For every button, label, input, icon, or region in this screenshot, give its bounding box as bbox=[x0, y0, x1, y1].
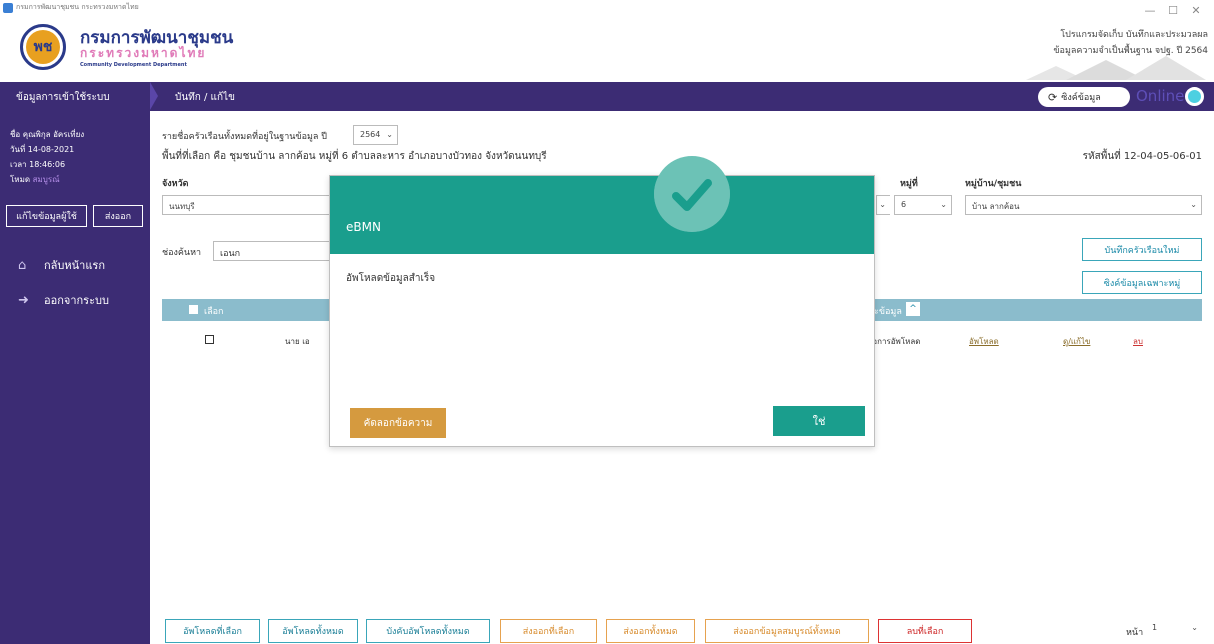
row-name: นาย เอ bbox=[285, 337, 310, 346]
column-header-select: เลือก bbox=[204, 307, 224, 317]
year-select-value: 2564 bbox=[360, 130, 381, 139]
mode-label: โหมด bbox=[10, 175, 31, 184]
village-select-value: บ้าน ลากค้อน bbox=[972, 202, 1020, 211]
page-select[interactable]: 1 ⌄ bbox=[1146, 619, 1202, 643]
mode-value: สมบูรณ์ bbox=[32, 175, 60, 184]
user-name: ชื่อ คุณพิกุล อัครเที่ยง bbox=[10, 130, 85, 139]
mode-row: โหมด สมบูรณ์ bbox=[10, 173, 60, 186]
success-dialog: eBMN อัพโหลดข้อมูลสำเร็จ คัดลอกข้อความ ใ… bbox=[329, 156, 875, 447]
area-code: รหัสพื้นที่ 12-04-05-06-01 bbox=[1082, 151, 1202, 162]
copy-message-button[interactable]: คัดลอกข้อความ bbox=[350, 408, 446, 438]
dialog-message: อัพโหลดข้อมูลสำเร็จ bbox=[346, 273, 436, 284]
home-icon: ⌂ bbox=[18, 257, 27, 273]
minimize-button[interactable]: — bbox=[1142, 4, 1158, 17]
checkmark-icon bbox=[654, 156, 730, 232]
area-description: พื้นที่ที่เลือก คือ ชุมชนบ้าน ลากค้อน หม… bbox=[162, 151, 547, 162]
moo-select-value: 6 bbox=[901, 200, 907, 209]
logout-icon: ➜ bbox=[18, 292, 29, 308]
sync-button[interactable]: ⟳ ซิงค์ข้อมูล bbox=[1038, 87, 1130, 107]
page-select-value: 1 bbox=[1152, 623, 1158, 632]
org-logo-emblem: พช bbox=[26, 30, 60, 64]
dialog-header: eBMN bbox=[330, 176, 874, 254]
year-select[interactable]: 2564 ⌄ bbox=[353, 125, 398, 145]
nav-user-section-label: ข้อมูลการเข้าใช้ระบบ bbox=[0, 82, 150, 111]
district-select-chevron[interactable]: ⌄ bbox=[876, 195, 890, 215]
sort-ascending-icon[interactable]: ^ bbox=[906, 302, 920, 316]
app-icon bbox=[3, 3, 13, 13]
moo-label: หมู่ที่ bbox=[900, 179, 918, 189]
chevron-down-icon: ⌄ bbox=[1191, 623, 1198, 632]
chevron-down-icon: ⌄ bbox=[940, 200, 947, 209]
online-status-indicator-icon bbox=[1185, 87, 1204, 106]
edit-user-button[interactable]: แก้ไขข้อมูลผู้ใช้ bbox=[6, 205, 87, 227]
ok-button[interactable]: ใช่ bbox=[773, 406, 865, 436]
chevron-down-icon: ⌄ bbox=[386, 130, 393, 139]
nav-bar: ข้อมูลการเข้าใช้ระบบ บันทึก / แก้ไข ⟳ ซิ… bbox=[0, 82, 1214, 111]
login-time: เวลา 18:46:06 bbox=[10, 160, 66, 169]
new-household-button[interactable]: บันทึกครัวเรือนใหม่ bbox=[1082, 238, 1202, 261]
export-all-button[interactable]: ส่งออกทั้งหมด bbox=[606, 619, 695, 643]
search-label: ช่องค้นหา bbox=[162, 248, 202, 258]
village-select[interactable]: บ้าน ลากค้อน ⌄ bbox=[965, 195, 1202, 215]
column-header-status: ะข้อมูล bbox=[874, 307, 902, 317]
success-check-icon bbox=[654, 156, 730, 232]
app-header: กรมการพัฒนาชุมชน กระทรวงมหาดไทย — ☐ ✕ พช… bbox=[0, 0, 1214, 80]
sidebar-item-logout[interactable]: ➜ ออกจากระบบ bbox=[18, 291, 109, 309]
select-all-checkbox[interactable] bbox=[189, 305, 198, 314]
year-label: รายชื่อครัวเรือนทั้งหมดที่อยู่ในฐานข้อมู… bbox=[162, 132, 327, 142]
window-title: กรมการพัฒนาชุมชน กระทรวงมหาดไทย bbox=[16, 3, 139, 11]
sidebar-item-home[interactable]: ⌂ กลับหน้าแรก bbox=[18, 256, 105, 274]
sync-moo-button[interactable]: ซิงค์ข้อมูลเฉพาะหมู่ bbox=[1082, 271, 1202, 294]
moo-select[interactable]: 6 ⌄ bbox=[894, 195, 952, 215]
org-subtitle: กระทรวงมหาดไทย bbox=[80, 46, 207, 60]
row-upload-link[interactable]: อัพโหลด bbox=[969, 335, 999, 348]
force-upload-all-button[interactable]: บังคับอัพโหลดทั้งหมด bbox=[366, 619, 490, 643]
upload-selected-button[interactable]: อัพโหลดที่เลือก bbox=[165, 619, 260, 643]
nav-arrow-icon bbox=[150, 82, 158, 110]
delete-selected-button[interactable]: ลบที่เลือก bbox=[878, 619, 972, 643]
province-select-value: นนทบุรี bbox=[169, 202, 195, 211]
row-status: รอการอัพโหลด bbox=[868, 337, 921, 346]
export-selected-button[interactable]: ส่งออกที่เลือก bbox=[500, 619, 597, 643]
row-checkbox[interactable] bbox=[205, 335, 214, 344]
page-title: บันทึก / แก้ไข bbox=[175, 92, 235, 103]
dialog-title: eBMN bbox=[346, 220, 381, 234]
export-complete-all-button[interactable]: ส่งออกข้อมูลสมบูรณ์ทั้งหมด bbox=[705, 619, 869, 643]
sidebar: ชื่อ คุณพิกุล อัครเที่ยง วันที่ 14-08-20… bbox=[0, 111, 150, 644]
export-button[interactable]: ส่งออก bbox=[93, 205, 143, 227]
chevron-down-icon: ⌄ bbox=[879, 200, 886, 209]
row-delete-link[interactable]: ลบ bbox=[1133, 335, 1143, 348]
page-label: หน้า bbox=[1126, 628, 1144, 638]
chevron-down-icon: ⌄ bbox=[1190, 200, 1197, 209]
online-status-label: Online bbox=[1136, 87, 1185, 105]
province-label: จังหวัด bbox=[162, 179, 189, 189]
village-label: หมู่บ้าน/ชุมชน bbox=[965, 179, 1022, 189]
sync-icon: ⟳ bbox=[1048, 90, 1058, 104]
row-view-edit-link[interactable]: ดู/แก้ไข bbox=[1063, 335, 1090, 348]
houses-decoration-icon bbox=[1026, 56, 1206, 80]
org-logo: พช bbox=[20, 24, 66, 70]
system-title: โปรแกรมจัดเก็บ บันทึกและประมวลผล bbox=[1060, 30, 1208, 40]
sync-button-label: ซิงค์ข้อมูล bbox=[1061, 93, 1101, 103]
sidebar-item-label: ออกจากระบบ bbox=[44, 294, 109, 307]
search-input[interactable]: เอนก bbox=[213, 241, 343, 261]
system-subtitle: ข้อมูลความจำเป็นพื้นฐาน จปฐ. ปี 2564 bbox=[1053, 46, 1208, 56]
maximize-button[interactable]: ☐ bbox=[1165, 4, 1181, 17]
close-button[interactable]: ✕ bbox=[1188, 4, 1204, 17]
sidebar-item-label: กลับหน้าแรก bbox=[44, 259, 105, 272]
org-english-name: Community Development Department bbox=[80, 62, 187, 68]
upload-all-button[interactable]: อัพโหลดทั้งหมด bbox=[268, 619, 358, 643]
login-date: วันที่ 14-08-2021 bbox=[10, 145, 75, 154]
